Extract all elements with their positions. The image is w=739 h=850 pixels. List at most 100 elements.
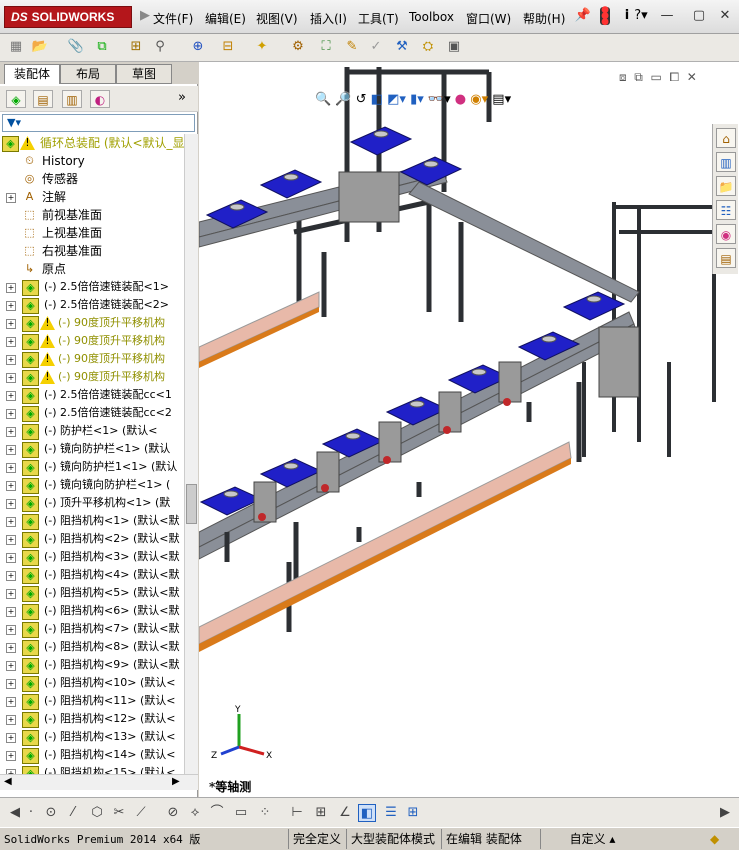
tile-horizontal-icon[interactable]: ☰	[382, 804, 400, 822]
expand-toggle-icon[interactable]: +	[6, 193, 16, 203]
menu-flyout-arrow-icon[interactable]: ▶	[136, 7, 154, 25]
reference-geometry-icon[interactable]: ⛶	[316, 37, 336, 57]
tree-component-item[interactable]: + ◈ (-) 阻挡机构<13> (默认<	[0, 728, 184, 746]
convert-icon[interactable]: ⟡	[186, 804, 204, 822]
tree-component-item[interactable]: + ◈ (-) 阻挡机构<6> (默认<默	[0, 602, 184, 620]
tree-component-item[interactable]: + ◈ (-) 阻挡机构<2> (默认<默	[0, 530, 184, 548]
tree-component-item[interactable]: + ◈ (-) 2.5倍倍速链装配cc<1	[0, 386, 184, 404]
tree-component-item[interactable]: + ◈ (-) 阻挡机构<9> (默认<默	[0, 656, 184, 674]
expand-toggle-icon[interactable]: +	[6, 535, 16, 545]
menu-view[interactable]: 视图(V)	[256, 10, 298, 27]
minimize-button[interactable]: —	[658, 8, 676, 24]
expand-toggle-icon[interactable]: +	[6, 661, 16, 671]
options-icon[interactable]: ▣	[444, 37, 464, 57]
graphics-area[interactable]: 🔍 🔎 ↺ ◧ ◩▾ ▮▾ 👓▾ ● ◉▾ ▤▾ ⧈ ⧉ ▭ ⧠ ✕ ⌂ ▥ 📁…	[199, 62, 739, 797]
fillet-icon[interactable]: ⌒	[208, 804, 226, 822]
shaded-view-icon[interactable]: ◧	[358, 804, 376, 822]
grid-icon[interactable]: ⊞	[312, 804, 330, 822]
components-icon[interactable]: ⧉	[92, 37, 112, 57]
expand-toggle-icon[interactable]: +	[6, 445, 16, 455]
close-button[interactable]: ✕	[716, 8, 734, 24]
angle-icon[interactable]: ∠	[336, 804, 354, 822]
solidworks-logo[interactable]: DS SOLIDWORKS	[4, 6, 132, 28]
offset-icon[interactable]: ⊘	[164, 804, 182, 822]
expand-toggle-icon[interactable]: +	[6, 283, 16, 293]
expand-toggle-icon[interactable]: +	[6, 517, 16, 527]
scroll-right-icon[interactable]: ▶	[716, 804, 734, 822]
menu-window[interactable]: 窗口(W)	[466, 10, 511, 27]
scroll-left-icon[interactable]: ◀	[4, 776, 12, 787]
move-component-icon[interactable]: ✦	[252, 37, 272, 57]
point-icon[interactable]: ·	[22, 804, 40, 822]
tree-feature-item[interactable]: ◎ 传感器	[0, 170, 184, 188]
open-icon[interactable]: 📂	[30, 37, 50, 57]
tree-component-item[interactable]: + ◈ (-) 阻挡机构<3> (默认<默	[0, 548, 184, 566]
trim-icon[interactable]: ✂	[110, 804, 128, 822]
expand-toggle-icon[interactable]: +	[6, 409, 16, 419]
expand-toggle-icon[interactable]: +	[6, 751, 16, 761]
traffic-light-icon[interactable]: ● ● ●	[600, 6, 610, 27]
tree-component-item[interactable]: + ◈ (-) 阻挡机构<12> (默认<	[0, 710, 184, 728]
new-motion-study-icon[interactable]: ✎	[342, 37, 362, 57]
feature-tree-icon[interactable]: ◈	[6, 90, 26, 108]
expand-toggle-icon[interactable]: +	[6, 733, 16, 743]
expand-toggle-icon[interactable]: +	[6, 571, 16, 581]
circle-icon[interactable]: ⊙	[42, 804, 60, 822]
design-library-icon[interactable]: ▥	[716, 152, 736, 172]
polygon-icon[interactable]: ⬡	[88, 804, 106, 822]
expand-toggle-icon[interactable]: +	[6, 463, 16, 473]
tree-component-item[interactable]: + ◈ (-) 镜向防护栏1<1> (默认	[0, 458, 184, 476]
menu-edit[interactable]: 编辑(E)	[205, 10, 246, 27]
spline-icon[interactable]: ⁘	[256, 804, 274, 822]
filter-bar[interactable]: ▼▾	[2, 114, 195, 132]
edit-appearance-icon[interactable]: ●	[455, 92, 466, 107]
configuration-manager-icon[interactable]: ▥	[62, 90, 82, 108]
expand-toggle-icon[interactable]: +	[6, 301, 16, 311]
smart-fasteners-icon[interactable]: ⊟	[218, 37, 238, 57]
tree-component-item[interactable]: + ◈ (-) 阻挡机构<1> (默认<默	[0, 512, 184, 530]
hide-show-items-icon[interactable]: 👓▾	[428, 92, 451, 107]
menu-tools[interactable]: 工具(T)	[358, 10, 399, 27]
expand-toggle-icon[interactable]: +	[6, 319, 16, 329]
tree-component-item[interactable]: + ◈ (-) 阻挡机构<7> (默认<默	[0, 620, 184, 638]
tree-vertical-scrollbar[interactable]	[184, 134, 198, 774]
tree-component-item[interactable]: + ◈ (-) 防护栏<1> (默认<	[0, 422, 184, 440]
tree-component-item[interactable]: + ◈! (-) 90度顶升平移机构	[0, 350, 184, 368]
expand-toggle-icon[interactable]: +	[6, 391, 16, 401]
zoom-to-fit-icon[interactable]: 🔍	[315, 92, 331, 107]
tree-component-item[interactable]: + ◈ (-) 阻挡机构<5> (默认<默	[0, 584, 184, 602]
menu-help[interactable]: 帮助(H)	[523, 10, 565, 27]
linear-pattern-icon[interactable]: ⊕	[188, 37, 208, 57]
dimension-icon[interactable]: ⊢	[288, 804, 306, 822]
expand-toggle-icon[interactable]: +	[6, 553, 16, 563]
display-manager-icon[interactable]: ◐	[90, 90, 110, 108]
tree-component-item[interactable]: + ◈! (-) 90度顶升平移机构	[0, 314, 184, 332]
zoom-area-icon[interactable]: 🔎	[335, 92, 351, 107]
expand-toggle-icon[interactable]: +	[6, 337, 16, 347]
tab-layout[interactable]: 布局	[60, 64, 116, 84]
tree-feature-item[interactable]: ⏲ History	[0, 152, 184, 170]
insert-component-icon[interactable]: ⊞	[126, 37, 146, 57]
bill-of-materials-icon[interactable]: ✓	[366, 37, 386, 57]
tree-component-item[interactable]: + ◈ (-) 顶升平移机构<1> (默	[0, 494, 184, 512]
restore-button[interactable]: ▢	[690, 8, 708, 24]
tree-component-item[interactable]: + ◈! (-) 90度顶升平移机构	[0, 368, 184, 386]
previous-view-icon[interactable]: ↺	[356, 92, 367, 107]
tree-component-item[interactable]: + ◈ (-) 阻挡机构<8> (默认<默	[0, 638, 184, 656]
tree-root[interactable]: ◈ ! 循环总装配 (默认<默认_显示状态-1>)	[0, 134, 184, 152]
menu-toolbox[interactable]: Toolbox	[409, 10, 454, 24]
tile-grid-icon[interactable]: ⊞	[404, 804, 422, 822]
view-settings-icon[interactable]: ▤▾	[492, 92, 511, 107]
expand-panel-icon[interactable]: »	[178, 90, 186, 105]
apply-scene-icon[interactable]: ◉▾	[470, 92, 488, 107]
expand-toggle-icon[interactable]: +	[6, 427, 16, 437]
section-view-icon[interactable]: ◧	[371, 92, 383, 107]
menu-insert[interactable]: 插入(I)	[310, 10, 347, 27]
expand-toggle-icon[interactable]: +	[6, 625, 16, 635]
tree-component-item[interactable]: + ◈ (-) 镜向防护栏<1> (默认	[0, 440, 184, 458]
tree-component-item[interactable]: + ◈ (-) 镜向镜向防护栏<1> (	[0, 476, 184, 494]
view-palette-icon[interactable]: ☷	[716, 200, 736, 220]
tree-component-item[interactable]: + ◈ (-) 阻挡机构<14> (默认<	[0, 746, 184, 764]
file-explorer-icon[interactable]: 📁	[716, 176, 736, 196]
attach-icon[interactable]: 📎	[66, 37, 86, 57]
